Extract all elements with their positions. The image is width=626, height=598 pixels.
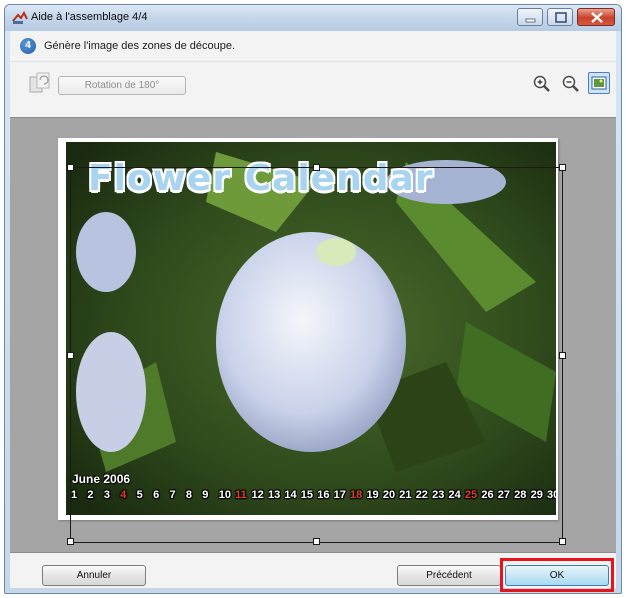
previous-button[interactable]: Précédent <box>397 565 501 586</box>
step-number-icon: 4 <box>20 38 36 54</box>
crop-handle-bottom-right[interactable] <box>559 538 566 545</box>
fit-to-window-button[interactable] <box>588 72 610 94</box>
window-title: Aide à l'assemblage 4/4 <box>31 11 148 23</box>
crop-handle-bottom-left[interactable] <box>67 538 74 545</box>
rotate-180-button[interactable]: Rotation de 180° <box>58 76 186 95</box>
preview-area[interactable]: Flower Calendar June 2006 1 2 3 4 5 6 7 8 9 10 11 1… <box>10 117 616 553</box>
step-header: 4 Génère l'image des zones de découpe. <box>10 31 616 61</box>
step-description: Génère l'image des zones de découpe. <box>44 40 236 52</box>
crop-handle-bottom[interactable] <box>313 538 320 545</box>
dialog-footer: Annuler Précédent OK <box>10 553 616 592</box>
crop-handle-top-right[interactable] <box>559 164 566 171</box>
assembly-window: Aide à l'assemblage 4/4 4 Génère l'image… <box>4 4 622 594</box>
maximize-icon <box>555 12 567 23</box>
zoom-in-icon[interactable] <box>532 74 552 94</box>
cancel-button[interactable]: Annuler <box>42 565 146 586</box>
minimize-button[interactable] <box>517 8 543 26</box>
crop-selection[interactable] <box>67 164 566 545</box>
crop-handle-top[interactable] <box>313 164 320 171</box>
ok-highlight-box <box>500 558 614 592</box>
preview-toolbar: Rotation de 180° <box>10 61 616 121</box>
zoom-out-icon[interactable] <box>561 74 581 94</box>
close-button[interactable] <box>577 8 615 26</box>
crop-handle-right[interactable] <box>559 352 566 359</box>
fit-to-window-icon <box>591 76 607 90</box>
title-bar[interactable]: Aide à l'assemblage 4/4 <box>5 5 621 31</box>
minimize-icon <box>525 18 536 23</box>
rotate-icon[interactable] <box>28 72 52 94</box>
app-icon <box>12 11 28 24</box>
crop-handle-top-left[interactable] <box>67 164 74 171</box>
maximize-button[interactable] <box>547 8 573 26</box>
dialog-body: 4 Génère l'image des zones de découpe. R… <box>10 31 616 592</box>
close-icon <box>591 12 603 23</box>
crop-handle-left[interactable] <box>67 352 74 359</box>
